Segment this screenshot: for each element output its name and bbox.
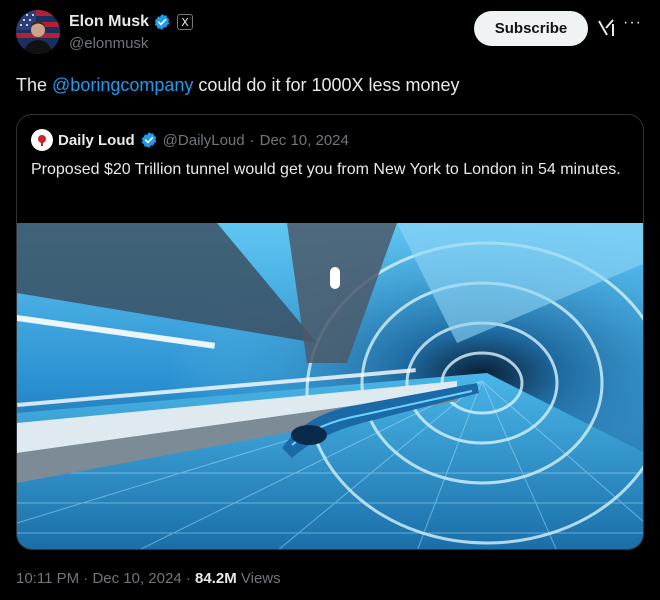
mention-link[interactable]: @boringcompany xyxy=(52,75,193,95)
x-affiliation-icon[interactable]: X xyxy=(177,14,194,30)
quoted-verified-icon xyxy=(140,131,158,149)
views-label: Views xyxy=(236,570,281,587)
post-date[interactable]: Dec 10, 2024 xyxy=(92,570,181,587)
author-display-name[interactable]: Elon Musk xyxy=(69,13,149,31)
tweet-text-after: could do it for 1000X less money xyxy=(193,75,460,95)
quoted-avatar[interactable] xyxy=(31,129,53,151)
tweet-text-before: The xyxy=(16,75,53,95)
avatar[interactable] xyxy=(16,10,60,54)
quoted-date[interactable]: Dec 10, 2024 xyxy=(260,132,349,149)
quoted-tweet-header: Daily Loud @DailyLoud · Dec 10, 2024 xyxy=(31,129,349,151)
quoted-handle[interactable]: @DailyLoud xyxy=(163,132,245,149)
footer-separator: · xyxy=(181,570,196,587)
tweet-text: The @boringcompany could do it for 1000X… xyxy=(16,75,460,96)
tweet-header: Elon Musk X @elonmusk Subscribe ··· xyxy=(16,10,644,58)
grok-icon[interactable] xyxy=(596,18,616,38)
quoted-display-name[interactable]: Daily Loud xyxy=(58,132,135,149)
tweet-footer: 10:11 PM · Dec 10, 2024 · 84.2M Views xyxy=(16,570,281,587)
more-icon[interactable]: ··· xyxy=(623,14,642,32)
author-name-row: Elon Musk X xyxy=(69,13,194,31)
verified-icon xyxy=(153,13,171,31)
post-time[interactable]: 10:11 PM xyxy=(16,570,79,587)
quoted-tunnel-image[interactable] xyxy=(17,223,643,549)
subscribe-button[interactable]: Subscribe xyxy=(474,11,588,46)
author-handle[interactable]: @elonmusk xyxy=(69,35,148,52)
views-count: 84.2M xyxy=(195,570,237,587)
quoted-text: Proposed $20 Trillion tunnel would get y… xyxy=(31,161,621,178)
quoted-separator: · xyxy=(249,131,255,149)
footer-separator: · xyxy=(79,570,93,587)
quoted-tweet[interactable]: Daily Loud @DailyLoud · Dec 10, 2024 Pro… xyxy=(16,114,644,550)
